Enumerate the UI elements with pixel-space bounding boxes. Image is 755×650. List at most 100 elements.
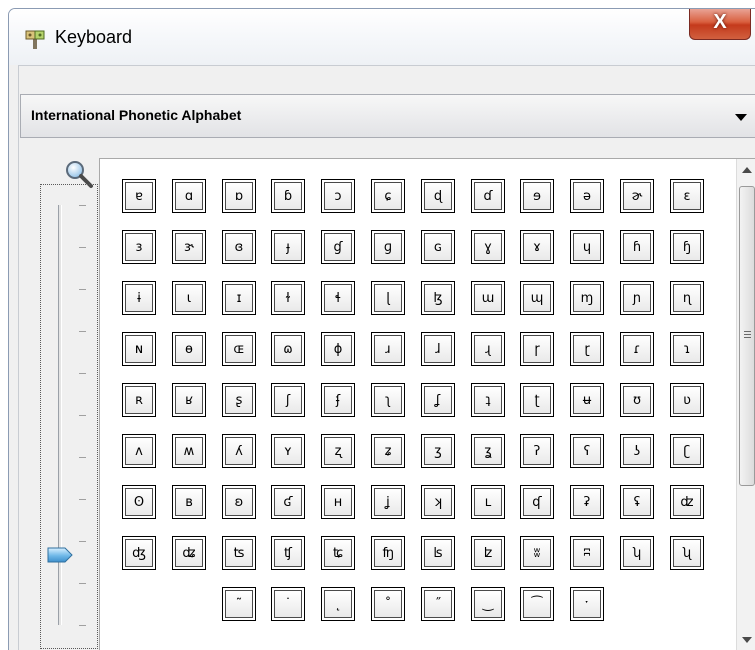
- ipa-key[interactable]: ɫ: [271, 281, 305, 315]
- ipa-key[interactable]: ɞ: [222, 230, 256, 264]
- ipa-key[interactable]: ɘ: [520, 179, 554, 213]
- ipa-key[interactable]: ⁀: [520, 587, 554, 621]
- ipa-key[interactable]: ɾ: [620, 332, 654, 366]
- ipa-key[interactable]: ʉ: [570, 383, 604, 417]
- ipa-key[interactable]: ɯ: [471, 281, 505, 315]
- ipa-key[interactable]: ʓ: [471, 434, 505, 468]
- ipa-key[interactable]: ʇ: [471, 383, 505, 417]
- ipa-key[interactable]: ʨ: [321, 536, 355, 570]
- ipa-key[interactable]: ʖ: [620, 434, 654, 468]
- close-button[interactable]: X: [689, 9, 751, 40]
- ipa-key[interactable]: ʗ: [670, 434, 704, 468]
- ipa-key[interactable]: ɡ: [371, 230, 405, 264]
- ipa-key[interactable]: ˑ: [570, 587, 604, 621]
- ipa-key[interactable]: ʪ: [421, 536, 455, 570]
- ipa-key[interactable]: ə: [570, 179, 604, 213]
- ipa-key[interactable]: ɑ: [172, 179, 206, 213]
- vertical-scrollbar[interactable]: [736, 159, 755, 650]
- ipa-key[interactable]: ʅ: [371, 383, 405, 417]
- ipa-key[interactable]: ʡ: [570, 485, 604, 519]
- ipa-key[interactable]: ɳ: [670, 281, 704, 315]
- ipa-key[interactable]: ɸ: [321, 332, 355, 366]
- ipa-key[interactable]: ɰ: [520, 281, 554, 315]
- ipa-key[interactable]: ɣ: [471, 230, 505, 264]
- ipa-key[interactable]: ʙ: [172, 485, 206, 519]
- ipa-key[interactable]: ɜ: [122, 230, 156, 264]
- ipa-key[interactable]: ʃ: [271, 383, 305, 417]
- ipa-key[interactable]: ˝: [421, 587, 455, 621]
- ipa-key[interactable]: ʈ: [520, 383, 554, 417]
- ipa-key[interactable]: ʔ: [520, 434, 554, 468]
- ipa-key[interactable]: ɟ: [271, 230, 305, 264]
- ipa-key[interactable]: ɱ: [570, 281, 604, 315]
- ipa-key[interactable]: ɐ: [122, 179, 156, 213]
- ipa-key[interactable]: ʊ: [620, 383, 654, 417]
- ipa-key[interactable]: ʫ: [471, 536, 505, 570]
- ipa-key[interactable]: ɽ: [570, 332, 604, 366]
- ipa-key[interactable]: ʕ: [570, 434, 604, 468]
- ipa-key[interactable]: ɚ: [620, 179, 654, 213]
- ipa-key[interactable]: ɶ: [222, 332, 256, 366]
- ipa-key[interactable]: ʧ: [271, 536, 305, 570]
- ipa-key[interactable]: ɹ: [371, 332, 405, 366]
- ipa-key[interactable]: ʜ: [321, 485, 355, 519]
- ipa-key[interactable]: ɿ: [670, 332, 704, 366]
- ipa-key[interactable]: ʮ: [620, 536, 654, 570]
- ipa-key[interactable]: ɒ: [222, 179, 256, 213]
- ipa-key[interactable]: ɖ: [421, 179, 455, 213]
- ipa-key[interactable]: ʠ: [520, 485, 554, 519]
- zoom-slider[interactable]: [40, 184, 98, 649]
- ipa-key[interactable]: ʩ: [371, 536, 405, 570]
- ipa-key[interactable]: ɨ: [122, 281, 156, 315]
- ipa-key[interactable]: ʆ: [421, 383, 455, 417]
- ipa-key[interactable]: ɝ: [172, 230, 206, 264]
- ipa-key[interactable]: ʂ: [222, 383, 256, 417]
- ipa-key[interactable]: ˛: [321, 587, 355, 621]
- ipa-key[interactable]: ɠ: [321, 230, 355, 264]
- ipa-key[interactable]: ɬ: [321, 281, 355, 315]
- ipa-key[interactable]: ʀ: [122, 383, 156, 417]
- ipa-key[interactable]: ɧ: [670, 230, 704, 264]
- ipa-key[interactable]: ʯ: [670, 536, 704, 570]
- ipa-key[interactable]: ɓ: [271, 179, 305, 213]
- ipa-key[interactable]: ʋ: [670, 383, 704, 417]
- ipa-key[interactable]: ɤ: [520, 230, 554, 264]
- ipa-key[interactable]: ‿: [471, 587, 505, 621]
- ipa-key[interactable]: ʘ: [122, 485, 156, 519]
- ipa-key[interactable]: ɮ: [421, 281, 455, 315]
- ipa-key[interactable]: ɔ: [321, 179, 355, 213]
- title-bar[interactable]: Keyboard X: [9, 9, 755, 65]
- ipa-key[interactable]: ʟ: [471, 485, 505, 519]
- ipa-key[interactable]: ɕ: [371, 179, 405, 213]
- ipa-key[interactable]: ʁ: [172, 383, 206, 417]
- ipa-key[interactable]: ɲ: [620, 281, 654, 315]
- ipa-key[interactable]: ʒ: [421, 434, 455, 468]
- ipa-key[interactable]: ʚ: [222, 485, 256, 519]
- ipa-key[interactable]: ˙: [271, 587, 305, 621]
- ipa-key[interactable]: ʐ: [321, 434, 355, 468]
- ipa-key[interactable]: ʣ: [670, 485, 704, 519]
- alphabet-dropdown[interactable]: International Phonetic Alphabet: [20, 94, 755, 138]
- ipa-key[interactable]: ʞ: [421, 485, 455, 519]
- scroll-down-icon[interactable]: [742, 637, 752, 643]
- ipa-key[interactable]: ˚: [371, 587, 405, 621]
- ipa-key[interactable]: ɦ: [620, 230, 654, 264]
- ipa-key[interactable]: ɵ: [172, 332, 206, 366]
- ipa-key[interactable]: ʍ: [172, 434, 206, 468]
- ipa-key[interactable]: ʑ: [371, 434, 405, 468]
- ipa-key[interactable]: ʝ: [371, 485, 405, 519]
- ipa-key[interactable]: ʄ: [321, 383, 355, 417]
- ipa-key[interactable]: ʏ: [271, 434, 305, 468]
- ipa-key[interactable]: ɗ: [471, 179, 505, 213]
- scroll-thumb[interactable]: [739, 186, 755, 486]
- ipa-key[interactable]: ʬ: [520, 536, 554, 570]
- ipa-key[interactable]: ʦ: [222, 536, 256, 570]
- ipa-key[interactable]: ʢ: [620, 485, 654, 519]
- ipa-key[interactable]: ʎ: [222, 434, 256, 468]
- zoom-slider-thumb[interactable]: [47, 547, 73, 563]
- ipa-key[interactable]: ɭ: [371, 281, 405, 315]
- ipa-key[interactable]: ʭ: [570, 536, 604, 570]
- ipa-key[interactable]: ʥ: [172, 536, 206, 570]
- ipa-key[interactable]: ʤ: [122, 536, 156, 570]
- ipa-key[interactable]: ɺ: [421, 332, 455, 366]
